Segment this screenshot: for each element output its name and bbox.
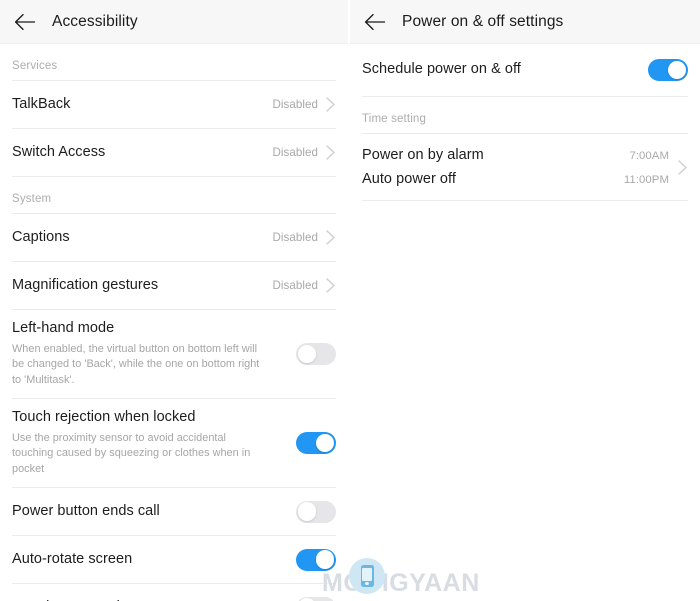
list-item-label: Touch rejection when locked — [12, 409, 196, 425]
accessibility-appbar: Accessibility — [0, 0, 348, 44]
back-arrow-icon[interactable] — [362, 9, 388, 35]
list-item-description: Use the proximity sensor to avoid accide… — [12, 431, 251, 476]
chevron-right-icon — [326, 97, 335, 112]
list-item-speak-passwords[interactable]: Speak passwords — [0, 584, 348, 601]
row-right: Disabled — [272, 144, 336, 161]
chevron-right-icon — [326, 230, 335, 245]
toggle-auto-rotate-screen[interactable] — [296, 548, 336, 571]
page-title: Power on & off settings — [402, 12, 564, 30]
toggle-left-hand-mode[interactable] — [296, 343, 336, 365]
toggle-power-button-ends-call[interactable] — [296, 500, 336, 523]
page-title: Accessibility — [52, 12, 138, 30]
row-texts: Auto-rotate screen — [12, 541, 296, 579]
power-settings-appbar: Power on & off settings — [350, 0, 700, 44]
list-item-auto-rotate-screen[interactable]: Auto-rotate screen — [0, 536, 348, 583]
list-item-schedule-power[interactable]: Schedule power on & off — [350, 44, 700, 96]
row-right — [296, 432, 336, 454]
power-on-off-settings-screen: Power on & off settings Schedule power o… — [350, 0, 700, 601]
toggle-knob — [315, 433, 335, 453]
list-item-description: When enabled, the virtual button on bott… — [12, 342, 260, 387]
row-right: Disabled — [272, 277, 336, 294]
toggle-touch-rejection[interactable] — [296, 432, 336, 454]
row-right — [296, 596, 336, 601]
row-texts: Power button ends call — [12, 493, 296, 531]
toggle-knob — [315, 550, 335, 569]
list-item-label: Magnification gestures — [12, 276, 159, 293]
row-texts: Speak passwords — [12, 589, 296, 601]
toggle-speak-passwords[interactable] — [296, 596, 336, 601]
list-item-label: Power button ends call — [12, 502, 160, 519]
back-arrow-icon[interactable] — [12, 9, 38, 35]
row-texts: Schedule power on & off — [362, 51, 648, 89]
time-value: 7:00AM — [629, 150, 669, 162]
row-auto-power-off: Auto power off 11:00PM — [362, 167, 669, 191]
chevron-right-icon — [326, 278, 335, 293]
row-right — [296, 548, 336, 571]
row-right — [296, 343, 336, 365]
time-value: 11:00PM — [623, 174, 669, 186]
row-right — [648, 59, 688, 81]
divider — [362, 200, 688, 201]
chevron-right-icon — [678, 159, 687, 175]
list-item-label: Left-hand mode — [12, 320, 115, 336]
status-value: Disabled — [272, 231, 318, 244]
row-right: Disabled — [272, 229, 336, 246]
list-item-talkback[interactable]: TalkBack Disabled — [0, 81, 348, 128]
toggle-knob — [297, 344, 317, 364]
list-item-time-settings-group[interactable]: Power on by alarm 7:00AM Auto power off … — [350, 134, 700, 200]
row-right: Disabled — [272, 96, 336, 113]
section-header-system: System — [12, 193, 52, 205]
list-item-power-button-ends-call[interactable]: Power button ends call — [0, 488, 348, 535]
accessibility-screen: Accessibility Services TalkBack Disabled — [0, 0, 350, 601]
list-item-captions[interactable]: Captions Disabled — [0, 214, 348, 261]
list-item-label: Auto power off — [362, 171, 456, 187]
list-item-touch-rejection[interactable]: Touch rejection when locked Use the prox… — [0, 399, 348, 487]
row-power-on-by-alarm: Power on by alarm 7:00AM — [362, 143, 669, 167]
list-item-label: Switch Access — [12, 143, 106, 160]
status-value: Disabled — [272, 279, 318, 292]
accessibility-settings-list: Services TalkBack Disabled Switch Access — [0, 44, 348, 601]
toggle-knob — [667, 60, 687, 80]
toggle-knob — [297, 502, 317, 521]
list-item-switch-access[interactable]: Switch Access Disabled — [0, 129, 348, 176]
row-texts: TalkBack — [12, 86, 272, 124]
list-item-label: Captions — [12, 228, 70, 245]
group-chevron — [677, 159, 688, 176]
group-lines: Power on by alarm 7:00AM Auto power off … — [362, 143, 669, 191]
row-right — [296, 500, 336, 523]
row-texts: Switch Access — [12, 134, 272, 172]
row-texts: Captions — [12, 219, 272, 257]
power-settings-list: Schedule power on & off Time setting Pow… — [350, 44, 700, 201]
status-value: Disabled — [272, 146, 318, 159]
list-item-label: Power on by alarm — [362, 147, 484, 163]
row-texts: Touch rejection when locked Use the prox… — [12, 399, 296, 487]
toggle-schedule-power-on-off[interactable] — [648, 59, 688, 81]
section-header-services: Services — [12, 60, 58, 72]
list-item-magnification-gestures[interactable]: Magnification gestures Disabled — [0, 262, 348, 309]
section-header-time-setting: Time setting — [362, 113, 427, 125]
list-item-label: Auto-rotate screen — [12, 550, 133, 567]
chevron-right-icon — [326, 145, 335, 160]
status-value: Disabled — [272, 98, 318, 111]
list-item-label: TalkBack — [12, 95, 71, 112]
row-texts: Magnification gestures — [12, 267, 272, 305]
row-texts: Left-hand mode When enabled, the virtual… — [12, 310, 296, 398]
list-item-label: Schedule power on & off — [362, 61, 521, 78]
list-item-left-hand-mode[interactable]: Left-hand mode When enabled, the virtual… — [0, 310, 348, 398]
dual-screenshot-container: Accessibility Services TalkBack Disabled — [0, 0, 700, 601]
